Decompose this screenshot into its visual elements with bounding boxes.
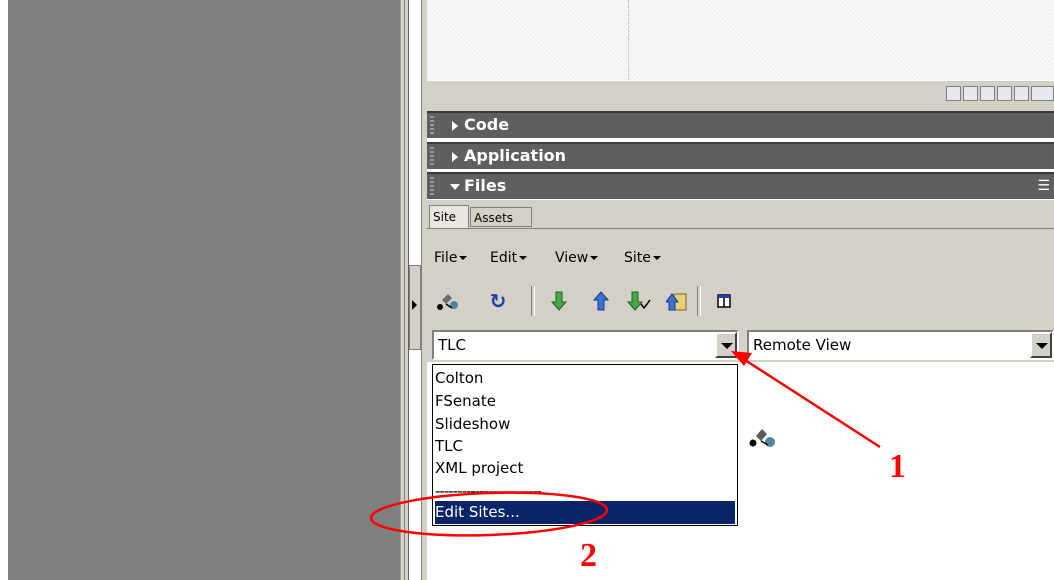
annotation-arrow-line: [744, 358, 881, 449]
annotation-number-1: 1: [889, 448, 906, 485]
annotation-overlay: [369, 351, 881, 537]
annotation-ellipse: [369, 491, 609, 537]
annotation-number-2: 2: [580, 537, 597, 574]
